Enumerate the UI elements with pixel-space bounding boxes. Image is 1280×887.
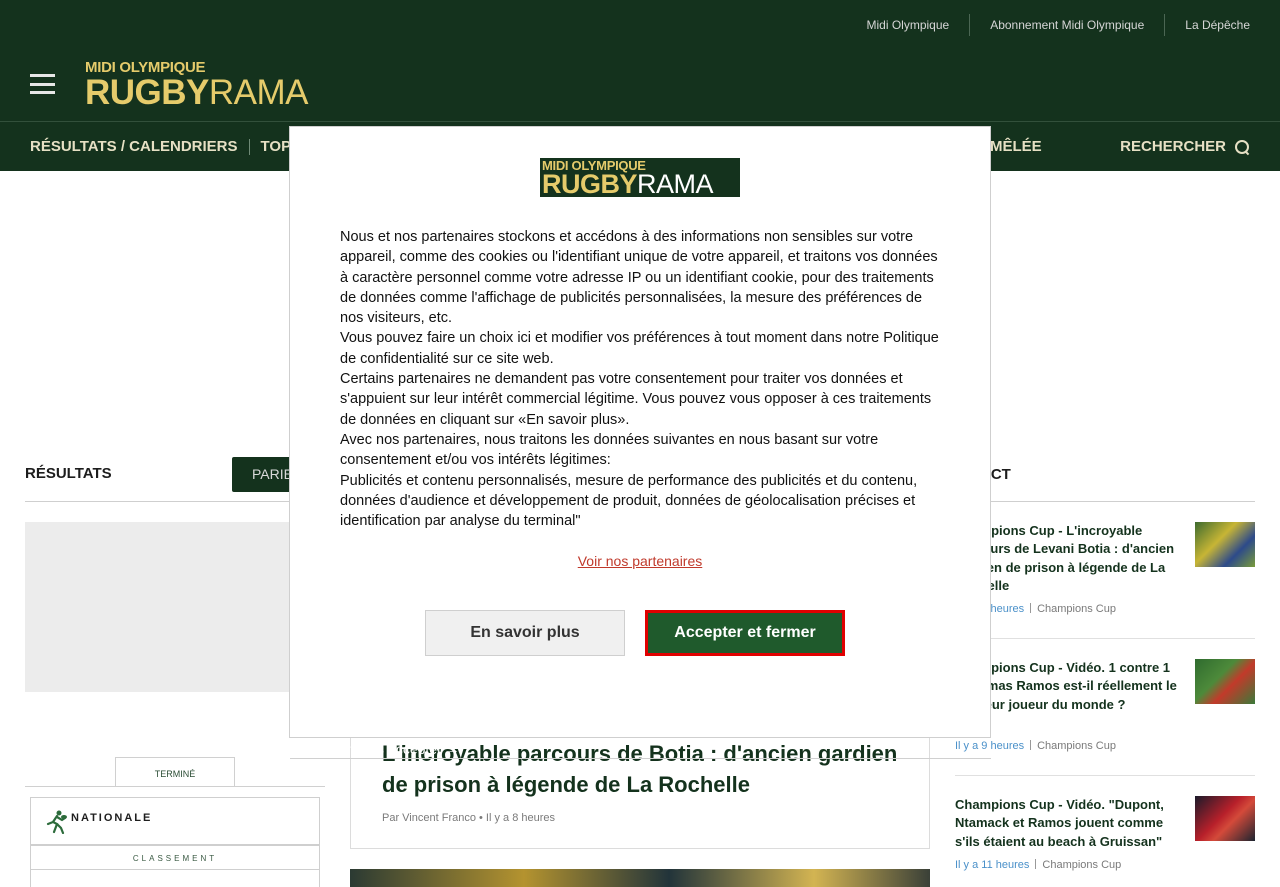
- top-links: Midi Olympique Abonnement Midi Olympique…: [847, 14, 1250, 36]
- consent-paragraph: Avec nos partenaires, nous traitons les …: [340, 431, 879, 469]
- news-category[interactable]: Champions Cup: [1037, 740, 1116, 752]
- classement-label[interactable]: CLASSEMENT: [31, 848, 319, 870]
- divider: [955, 501, 1255, 502]
- divider: [25, 786, 325, 787]
- news-time: Il y a 9 heures: [955, 740, 1025, 752]
- article-meta: Par Vincent Franco • Il y a 8 heures: [382, 812, 556, 824]
- divider: [955, 775, 1255, 776]
- news-thumbnail[interactable]: [1195, 659, 1255, 704]
- consent-dialog: MIDI OLYMPIQUE RUGBYRAMA Nous et nos par…: [290, 127, 990, 737]
- results-title: RÉSULTATS: [25, 465, 112, 482]
- news-category[interactable]: Champions Cup: [1037, 603, 1116, 615]
- logo-rama: RAMA: [208, 73, 309, 112]
- logo-rugby: RUGBY: [542, 169, 638, 199]
- consent-text: Nous et nos partenaires stockons et accé…: [340, 227, 945, 531]
- news-title[interactable]: Champions Cup - Vidéo. "Dupont, Ntamack …: [955, 796, 1177, 851]
- search-button[interactable]: RECHERCHER: [1120, 138, 1250, 155]
- nav-item-melee[interactable]: MÊLÉE: [990, 138, 1042, 156]
- accept-button[interactable]: Accepter et fermer: [645, 610, 845, 656]
- consent-logo: MIDI OLYMPIQUE RUGBYRAMA: [540, 158, 740, 199]
- results-placeholder: [25, 522, 291, 692]
- divider: [25, 501, 325, 502]
- article-image[interactable]: [350, 869, 930, 887]
- nav-item-top[interactable]: TOP: [261, 138, 292, 156]
- article-title[interactable]: L'incroyable parcours de Botia : d'ancie…: [382, 738, 902, 800]
- news-time: Il y a 11 heures: [955, 859, 1030, 871]
- top-link-midi-olympique[interactable]: Midi Olympique: [847, 14, 970, 36]
- menu-icon[interactable]: [30, 74, 55, 94]
- consent-paragraph: Publicités et contenu personnalisés, mes…: [340, 472, 918, 530]
- partners-link[interactable]: Voir nos partenaires: [290, 553, 990, 569]
- consent-paragraph: Vous pouvez faire un choix ici et modifi…: [340, 330, 939, 367]
- news-thumbnail[interactable]: [1195, 522, 1255, 567]
- search-icon: [1234, 139, 1250, 155]
- consent-paragraph: Certains partenaires ne demandent pas vo…: [340, 371, 932, 428]
- consent-paragraph: Nous et nos partenaires stockons et accé…: [340, 229, 938, 327]
- divider: [290, 758, 991, 759]
- top-link-abonnement[interactable]: Abonnement Midi Olympique: [970, 14, 1164, 36]
- competition-name: NATIONALE: [71, 812, 153, 824]
- competition-header[interactable]: NATIONALE: [31, 798, 319, 846]
- divider: [955, 638, 1255, 639]
- tab-termine[interactable]: TERMINÉ: [115, 757, 235, 786]
- logo-rugby: RUGBY: [85, 73, 209, 112]
- nav-item-resultats[interactable]: RÉSULTATS / CALENDRIERS: [30, 138, 238, 156]
- nav-divider: [0, 121, 1280, 122]
- continue-without-accepting-link[interactable]: Continuer sans accepter →: [290, 741, 460, 757]
- competition-box: NATIONALE CLASSEMENT: [30, 797, 320, 887]
- learn-more-button[interactable]: En savoir plus: [425, 610, 625, 656]
- site-logo[interactable]: MIDI OLYMPIQUE RUGBYRAMA: [85, 60, 325, 112]
- top-link-la-depeche[interactable]: La Dépêche: [1165, 14, 1250, 36]
- nav-separator: [248, 139, 250, 155]
- news-category[interactable]: Champions Cup: [1042, 859, 1121, 871]
- main-nav: RÉSULTATS / CALENDRIERS TOP: [30, 138, 291, 156]
- rugby-player-icon: [46, 810, 67, 834]
- search-label: RECHERCHER: [1120, 138, 1226, 155]
- logo-rama: RAMA: [637, 169, 714, 199]
- news-thumbnail[interactable]: [1195, 796, 1255, 841]
